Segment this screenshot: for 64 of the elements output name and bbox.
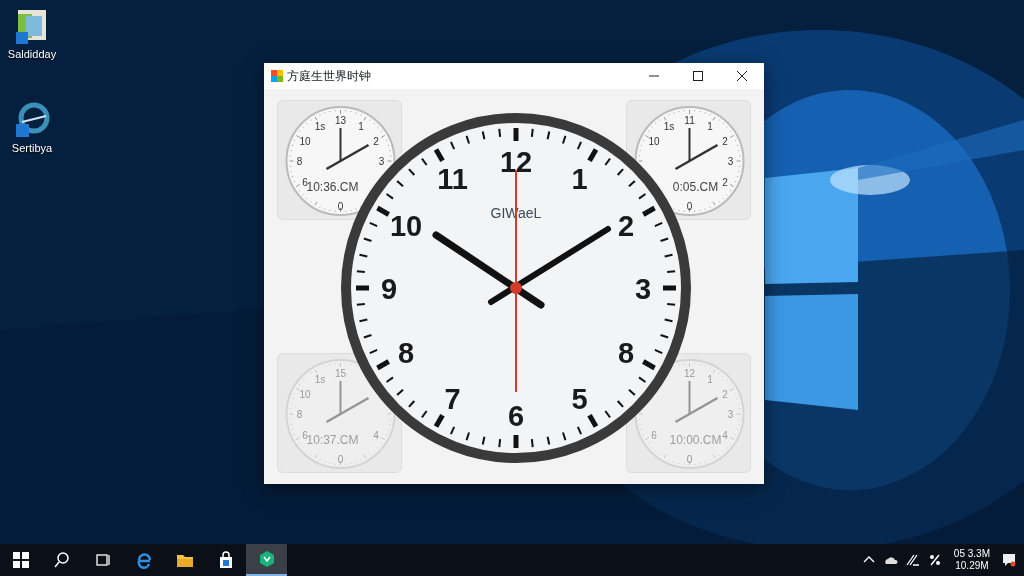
clock-numeral: 1: [707, 120, 713, 132]
clock-numeral: 11: [684, 115, 695, 126]
task-view-icon: [93, 551, 112, 569]
clock-numeral: 3: [727, 409, 734, 420]
clock-numeral: 3: [634, 273, 652, 305]
clock-numeral: 7: [444, 383, 461, 415]
clock-numeral: 2: [722, 388, 728, 400]
clock-numeral: 2: [373, 135, 379, 147]
clock-numeral: 0: [686, 454, 693, 465]
clock-numeral: 6: [507, 400, 525, 432]
app-icon: [271, 70, 283, 82]
clock-numeral: 12: [499, 146, 533, 178]
close-icon: [737, 71, 747, 81]
clock-numeral: 1s: [314, 373, 326, 385]
clock-numeral: 1s: [663, 120, 675, 132]
maximize-icon: [693, 71, 703, 81]
desktop-icon-label: Sertibya: [11, 141, 53, 156]
window-title: 方庭生世界时钟: [287, 68, 371, 85]
clock-numeral: 8: [397, 336, 415, 369]
clock-numeral: 1: [358, 120, 364, 132]
clock-numeral: 10: [299, 135, 311, 147]
clock-numeral: 3: [727, 156, 734, 167]
clock-numeral: 4: [722, 429, 728, 441]
clock-numeral: 8: [296, 156, 303, 167]
clock-time-text: 10:36.CM: [306, 180, 359, 194]
clock-numeral: 10: [389, 209, 423, 242]
clock-numeral: 1: [571, 163, 588, 195]
desktop-icon-label: Saldidday: [7, 47, 57, 62]
clock-numeral: 13: [334, 115, 347, 126]
clock-numeral: 11: [437, 163, 468, 195]
clock-line: 10.29M: [954, 560, 990, 572]
clock-numeral: 6: [302, 176, 308, 188]
clock-hands-drawing: [325, 380, 370, 424]
network-icon: [905, 553, 920, 567]
clock-line: 05 3.3M: [953, 548, 990, 560]
taskbar-clock[interactable]: 05 3.3M 10.29M: [949, 548, 994, 572]
volume-icon: [927, 553, 942, 567]
clock-numeral: 12: [683, 368, 696, 379]
clock-numeral: 4: [373, 429, 379, 441]
clock-numeral: 0: [337, 454, 344, 465]
clock-numeral: 0: [686, 201, 693, 212]
windows-icon: [11, 551, 30, 569]
clock-numeral: 2: [722, 176, 728, 188]
clock-numeral: 9: [380, 273, 398, 305]
notification-icon: [1002, 553, 1016, 567]
clock-numeral: 8: [617, 336, 635, 369]
clock-numeral: 3: [378, 156, 385, 167]
search-icon: [52, 551, 71, 569]
clock-numeral: 5: [571, 383, 588, 415]
clock-numeral: 10: [648, 135, 660, 147]
clock-numeral: 1: [707, 373, 713, 385]
clock-time-text: 10:00.CM: [669, 433, 722, 447]
clock-time-text: 10:37.CM: [306, 433, 359, 447]
clock-numeral: 1s: [314, 120, 326, 132]
clock-numeral: 8: [296, 409, 303, 420]
clock-numeral: 6: [651, 429, 657, 441]
clock-numeral: 0: [337, 201, 344, 212]
clock-numeral: 10: [299, 388, 311, 400]
clock-numeral: 2: [722, 135, 728, 147]
clock-numeral: 6: [302, 429, 308, 441]
app-icon: [257, 550, 276, 568]
clock-numeral: 15: [334, 368, 347, 379]
clock-numeral: 2: [617, 209, 635, 242]
clock-time-text: 0:05.CM: [672, 180, 719, 194]
